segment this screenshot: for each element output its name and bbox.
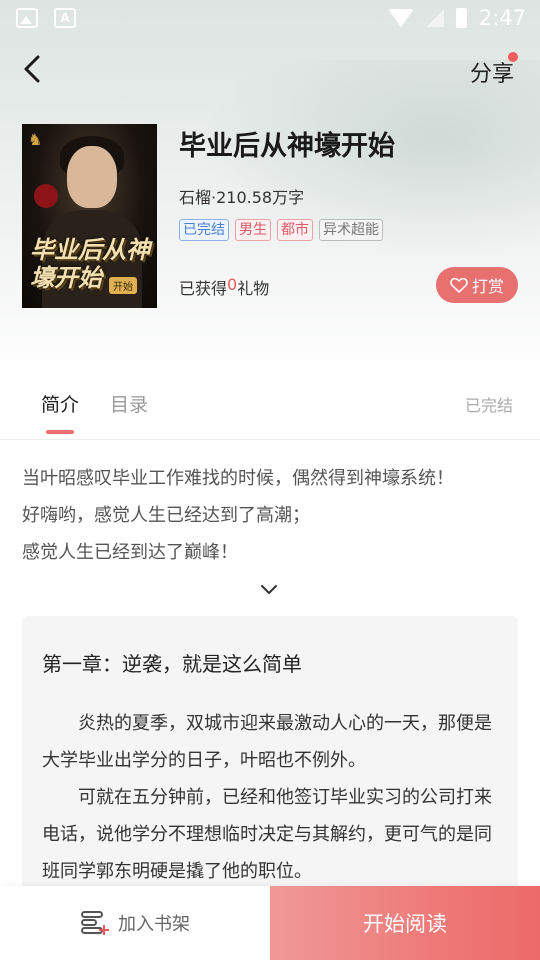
- chapter-body: 炎热的夏季，双城市迎来最激动人心的一天，那便是大学毕业出学分的日子，叶昭也不例外…: [42, 705, 502, 890]
- tab-bar: 简介 目录 已完结: [0, 380, 540, 440]
- reward-label: 打赏: [471, 277, 504, 296]
- completion-status: 已完结: [464, 396, 513, 415]
- battery-icon: [455, 8, 467, 28]
- tag-gender[interactable]: 男生: [235, 219, 271, 241]
- share-notification-dot: [508, 52, 518, 62]
- tab-indicator: [46, 430, 74, 434]
- chevron-down-icon: [261, 585, 277, 594]
- status-time: 2:47: [478, 6, 526, 30]
- chapter-title: 第一章：逆袭，就是这么简单: [42, 652, 302, 676]
- status-left: A: [16, 8, 76, 28]
- book-author-wordcount: 石榴·210.58万字: [179, 188, 305, 207]
- cover-rose: [34, 184, 58, 208]
- synopsis-line: 感觉人生已经到达了巅峰！: [22, 542, 238, 563]
- gift-suffix: 礼物: [237, 279, 270, 298]
- back-arrow-icon: [24, 55, 40, 83]
- status-bar: A 2:47: [0, 0, 540, 36]
- signal-icon: [425, 9, 444, 27]
- chapter-preview[interactable]: 第一章：逆袭，就是这么简单 炎热的夏季，双城市迎来最激动人心的一天，那便是大学毕…: [22, 616, 518, 906]
- synopsis-line: 当叶昭感叹毕业工作难找的时候，偶然得到神壕系统！: [22, 468, 454, 489]
- book-tags: 已完结 男生 都市 异术超能: [179, 219, 383, 241]
- tag-subcategory[interactable]: 异术超能: [319, 219, 383, 241]
- bottom-action-bar: 加入书架 开始阅读: [0, 886, 540, 960]
- add-to-shelf-label: 加入书架: [118, 914, 190, 935]
- gift-info: 已获得 0 礼物: [179, 275, 269, 299]
- store-icon: A: [54, 8, 76, 28]
- book-cover[interactable]: ♞ 毕业后从神壕开始 开始: [22, 124, 157, 308]
- top-nav: 分享: [0, 44, 540, 94]
- add-to-shelf-button[interactable]: 加入书架: [0, 886, 270, 960]
- back-button[interactable]: [18, 52, 52, 86]
- chapter-paragraph: 可就在五分钟前，已经和他签订毕业实习的公司打来电话，说他学分不理想临时决定与其解…: [42, 787, 492, 882]
- tag-category[interactable]: 都市: [277, 219, 313, 241]
- gift-prefix: 已获得: [179, 279, 228, 298]
- tab-toc[interactable]: 目录: [110, 390, 148, 417]
- reward-button[interactable]: 打赏: [436, 267, 518, 303]
- book-title: 毕业后从神壕开始: [179, 131, 395, 162]
- book-synopsis: 当叶昭感叹毕业工作难找的时候，偶然得到神壕系统！ 好嗨哟，感觉人生已经达到了高潮…: [22, 460, 518, 571]
- chapter-paragraph: 炎热的夏季，双城市迎来最激动人心的一天，那便是大学毕业出学分的日子，叶昭也不例外…: [42, 713, 492, 771]
- synopsis-line: 好嗨哟，感觉人生已经达到了高潮；: [22, 505, 310, 526]
- tag-status[interactable]: 已完结: [179, 219, 229, 241]
- expand-synopsis-button[interactable]: [258, 578, 280, 600]
- cover-figure-face: [67, 146, 117, 208]
- bookshelf-add-icon: [81, 911, 109, 935]
- share-button[interactable]: 分享: [470, 56, 514, 88]
- start-reading-button[interactable]: 开始阅读: [270, 886, 540, 960]
- heart-icon: [450, 277, 468, 293]
- cover-logo-icon: ♞: [28, 130, 43, 149]
- cover-badge: 开始: [109, 277, 137, 294]
- gallery-icon: [16, 8, 38, 28]
- wifi-icon: [387, 9, 414, 27]
- gift-count: 0: [227, 275, 238, 294]
- status-right: 2:47: [387, 6, 526, 30]
- tab-intro[interactable]: 简介: [41, 390, 79, 417]
